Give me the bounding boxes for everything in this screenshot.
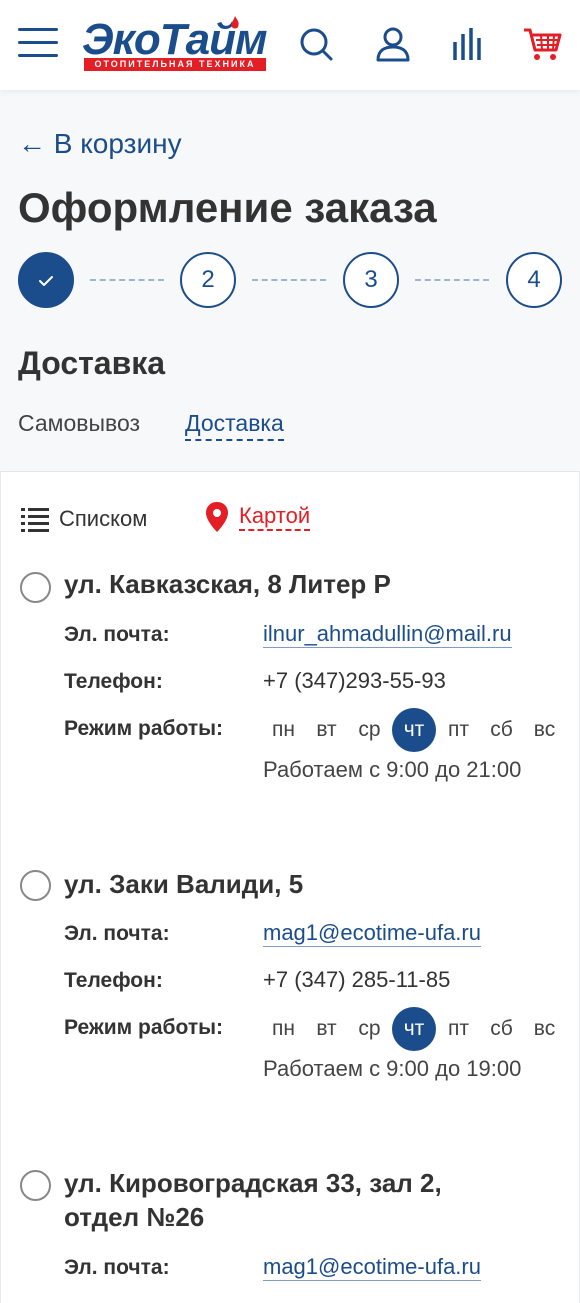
day-fri: пт — [448, 1017, 469, 1040]
site-header: ЭкоТайм ОТОПИТЕЛЬНАЯ ТЕХНИКА — [0, 0, 580, 90]
step-3[interactable]: 3 — [343, 252, 399, 308]
store-hours: Работаем с 9:00 до 21:00 — [263, 757, 522, 782]
store-email-link[interactable]: mag1@ecotime-ufa.ru — [263, 1254, 481, 1281]
list-view-label: Списком — [59, 506, 148, 531]
map-view-toggle[interactable]: Картой — [205, 501, 311, 533]
store-radio[interactable] — [20, 870, 51, 901]
day-thu-today: чт — [392, 708, 436, 752]
step-4[interactable]: 4 — [506, 252, 562, 308]
hours-label: Режим работы: — [64, 717, 224, 740]
step-connector — [415, 279, 489, 281]
delivery-option[interactable]: Доставка — [185, 410, 284, 441]
step-1[interactable] — [18, 252, 74, 308]
day-wed: ср — [358, 718, 381, 741]
cart-icon[interactable] — [522, 24, 562, 64]
store-hours: Работаем с 9:00 до 19:00 — [263, 1056, 522, 1081]
email-label: Эл. почта: — [64, 922, 170, 945]
pickup-option[interactable]: Самовывоз — [18, 410, 140, 437]
search-icon[interactable] — [296, 24, 336, 64]
step-connector — [252, 279, 326, 281]
list-view-toggle[interactable]: Списком — [21, 503, 147, 535]
store-name: ул. Кавказская, 8 Литер Р — [64, 569, 391, 599]
weekdays: пн вт ср чт пт сб вс — [263, 708, 567, 752]
email-label: Эл. почта: — [64, 1256, 170, 1279]
stores-panel: Списком Картой ул. Кавказская, 8 Литер Р… — [0, 471, 580, 1303]
day-sat: сб — [490, 718, 513, 741]
logo[interactable]: ЭкоТайм ОТОПИТЕЛЬНАЯ ТЕХНИКА — [82, 16, 268, 74]
phone-label: Телефон: — [64, 670, 163, 693]
page-title: Оформление заказа — [18, 184, 437, 231]
store-radio[interactable] — [20, 572, 51, 603]
step-connector — [90, 279, 164, 281]
store-email-link[interactable]: ilnur_ahmadullin@mail.ru — [263, 621, 512, 648]
section-title: Доставка — [18, 345, 166, 381]
store-name: ул. Кировоградская 33, зал 2, отдел №26 — [64, 1168, 442, 1232]
map-pin-icon — [206, 502, 228, 532]
weekdays: пн вт ср чт пт сб вс — [263, 1007, 567, 1051]
user-icon[interactable] — [373, 24, 413, 64]
logo-subtitle: ОТОПИТЕЛЬНАЯ ТЕХНИКА — [84, 58, 266, 71]
day-sun: вс — [533, 1017, 556, 1040]
store-email-link[interactable]: mag1@ecotime-ufa.ru — [263, 920, 481, 947]
store-name: ул. Заки Валиди, 5 — [64, 869, 304, 899]
day-fri: пт — [448, 718, 469, 741]
day-tue: вт — [316, 1017, 337, 1040]
flame-icon — [231, 16, 239, 29]
checkout-steps: 2 3 4 — [18, 252, 564, 310]
check-icon — [39, 276, 53, 286]
day-mon: пн — [272, 1017, 295, 1040]
store-radio[interactable] — [20, 1170, 51, 1201]
day-tue: вт — [316, 718, 337, 741]
day-mon: пн — [272, 718, 295, 741]
day-sat: сб — [490, 1017, 513, 1040]
step-2[interactable]: 2 — [180, 252, 236, 308]
day-thu-today: чт — [392, 1007, 436, 1051]
map-view-label: Картой — [239, 503, 311, 531]
day-wed: ср — [358, 1017, 381, 1040]
menu-icon[interactable] — [18, 28, 58, 60]
list-icon — [21, 508, 49, 532]
phone-label: Телефон: — [64, 969, 163, 992]
store-phone: +7 (347) 285-11-85 — [263, 967, 451, 992]
store-phone: +7 (347)293-55-93 — [263, 668, 446, 693]
back-to-cart-link[interactable]: ← В корзину — [18, 128, 182, 160]
email-label: Эл. почта: — [64, 623, 170, 646]
compare-icon[interactable] — [447, 24, 487, 64]
day-sun: вс — [533, 718, 556, 741]
hours-label: Режим работы: — [64, 1016, 224, 1039]
